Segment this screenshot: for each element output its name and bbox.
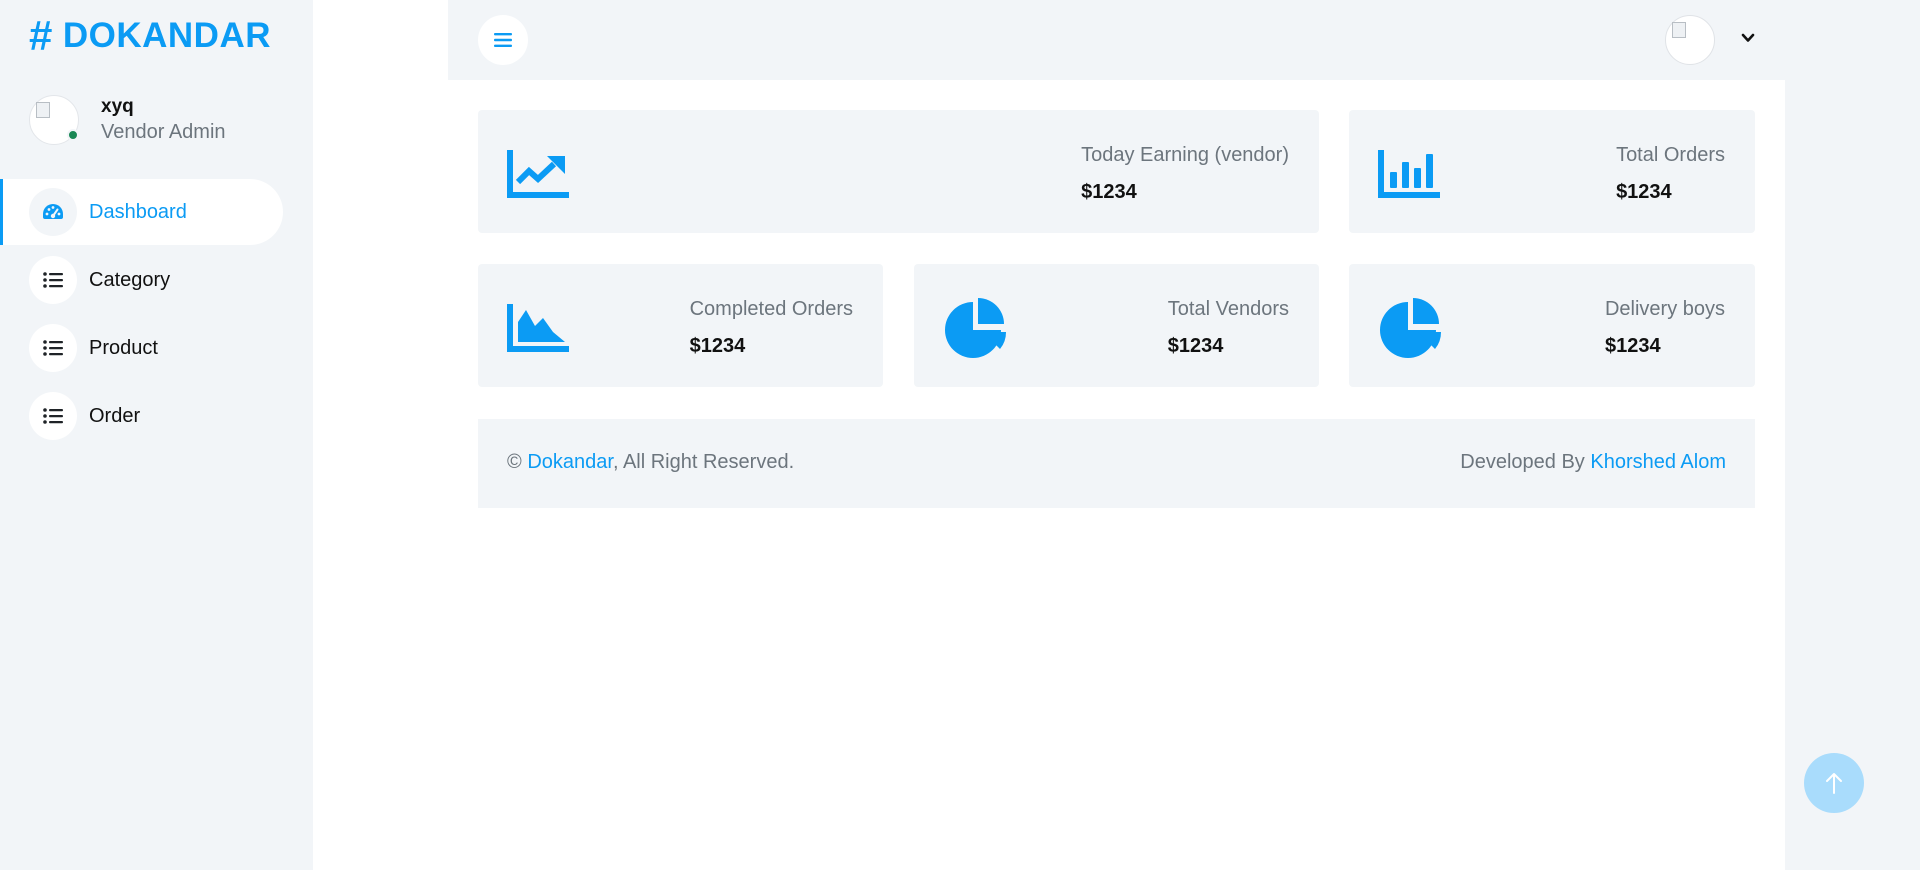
stat-card-today-earning: Today Earning (vendor) $1234: [478, 110, 1319, 233]
online-status-dot: [67, 129, 79, 141]
brand-link[interactable]: Dokandar: [527, 451, 613, 473]
stat-title: Total Vendors: [1167, 298, 1289, 320]
user-avatar-menu[interactable]: [1665, 15, 1715, 65]
user-profile: xyq Vendor Admin: [29, 95, 226, 145]
gauge-icon: [29, 188, 77, 236]
sidebar: # DOKANDAR xyq Vendor Admin Dashboard Ca…: [0, 0, 313, 870]
stat-value: $1234: [1167, 335, 1224, 357]
sidebar-item-label: Category: [89, 268, 171, 291]
developer-credit: Developed By Khorshed Alom: [1460, 451, 1726, 474]
sidebar-item-order[interactable]: Order: [0, 383, 283, 449]
sidebar-item-label: Dashboard: [89, 200, 187, 223]
chevron-down-icon[interactable]: [1740, 30, 1756, 46]
stat-card-total-orders: Total Orders $1234: [1349, 110, 1755, 233]
stat-title: Delivery boys: [1604, 298, 1725, 320]
avatar: [29, 95, 79, 145]
sidebar-nav: Dashboard Category Product Order: [0, 179, 283, 451]
stat-card-completed-orders: Completed Orders $1234: [478, 264, 883, 387]
brand-name: DOKANDAR: [62, 16, 272, 55]
sidebar-item-label: Order: [89, 404, 141, 427]
profile-name: xyq: [101, 96, 134, 117]
broken-image-icon: [1672, 22, 1686, 38]
developed-by-text: Developed By: [1460, 451, 1585, 473]
chart-pie-icon: [943, 298, 1007, 358]
chart-line-icon: [507, 148, 569, 200]
stat-value: $1234: [1616, 181, 1672, 203]
brand-logo[interactable]: # DOKANDAR: [29, 12, 272, 59]
list-icon: [29, 256, 77, 304]
topbar: [448, 0, 1785, 80]
stat-title: Total Orders: [1616, 144, 1725, 166]
list-icon: [29, 392, 77, 440]
chart-bar-icon: [1378, 148, 1440, 200]
stat-title: Completed Orders: [689, 298, 853, 320]
stat-card-delivery-boys: Delivery boys $1234: [1349, 264, 1755, 387]
copyright: © Dokandar, All Right Reserved.: [507, 451, 794, 474]
arrow-up-icon: [1826, 773, 1842, 794]
sidebar-item-category[interactable]: Category: [0, 247, 283, 313]
right-panel: [1785, 0, 1920, 870]
list-icon: [29, 324, 77, 372]
copyright-symbol: ©: [507, 451, 522, 473]
stat-card-total-vendors: Total Vendors $1234: [914, 264, 1319, 387]
sidebar-item-dashboard[interactable]: Dashboard: [0, 179, 283, 245]
stat-value: $1234: [689, 335, 746, 357]
sidebar-item-product[interactable]: Product: [0, 315, 283, 381]
chart-pie-icon: [1378, 298, 1442, 358]
sidebar-toggle-button[interactable]: [478, 15, 528, 65]
hash-icon: #: [29, 12, 53, 59]
broken-image-icon: [36, 102, 50, 118]
rights-text: , All Right Reserved.: [612, 451, 795, 473]
back-to-top-button[interactable]: [1804, 753, 1864, 813]
developer-link[interactable]: Khorshed Alom: [1590, 451, 1726, 473]
profile-role: Vendor Admin: [101, 121, 226, 143]
chart-area-icon: [507, 302, 569, 354]
stat-value: $1234: [1604, 335, 1661, 357]
hamburger-icon: [494, 33, 512, 47]
stat-value: $1234: [1081, 181, 1137, 203]
footer: © Dokandar, All Right Reserved. Develope…: [478, 419, 1755, 508]
sidebar-item-label: Product: [89, 336, 158, 359]
stat-title: Today Earning (vendor): [1081, 144, 1289, 166]
